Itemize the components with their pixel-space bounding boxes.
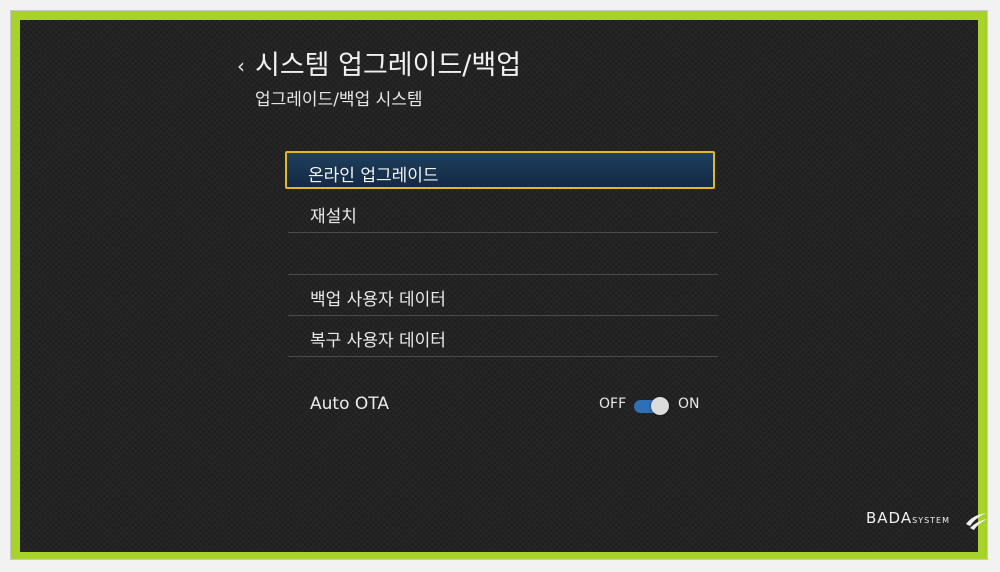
- menu-item-label: 백업 사용자 데이터: [310, 290, 446, 310]
- settings-menu: 온라인 업그레이드 재설치 백업 사용자 데이터 복구 사용자 데이터: [285, 151, 718, 357]
- auto-ota-label: Auto OTA: [310, 394, 389, 414]
- menu-item-restore-user-data[interactable]: 복구 사용자 데이터: [288, 316, 718, 357]
- brand-logo: BADASYSTEM: [866, 508, 950, 527]
- auto-ota-row[interactable]: Auto OTA OFF ON: [288, 392, 714, 422]
- page-title: 시스템 업그레이드/백업: [255, 50, 522, 81]
- menu-item-label: 복구 사용자 데이터: [310, 331, 446, 351]
- menu-item-empty: [288, 233, 718, 275]
- page-subtitle: 업그레이드/백업 시스템: [255, 90, 423, 110]
- menu-item-label: 온라인 업그레이드: [308, 166, 439, 186]
- brand-name-sub: SYSTEM: [912, 516, 950, 525]
- toggle-on-label: ON: [678, 396, 700, 412]
- menu-item-label: 재설치: [310, 207, 357, 227]
- tv-screen: ‹ 시스템 업그레이드/백업 업그레이드/백업 시스템 온라인 업그레이드 재설…: [20, 20, 978, 552]
- toggle-off-label: OFF: [599, 396, 627, 412]
- brand-name-main: BADA: [866, 509, 913, 527]
- menu-item-online-upgrade[interactable]: 온라인 업그레이드: [285, 151, 715, 189]
- back-chevron-icon[interactable]: ‹: [237, 56, 245, 76]
- swoosh-logo-icon: [966, 513, 987, 530]
- toggle-knob[interactable]: [651, 397, 669, 415]
- menu-item-reinstall[interactable]: 재설치: [288, 192, 718, 233]
- menu-item-backup-user-data[interactable]: 백업 사용자 데이터: [288, 275, 718, 316]
